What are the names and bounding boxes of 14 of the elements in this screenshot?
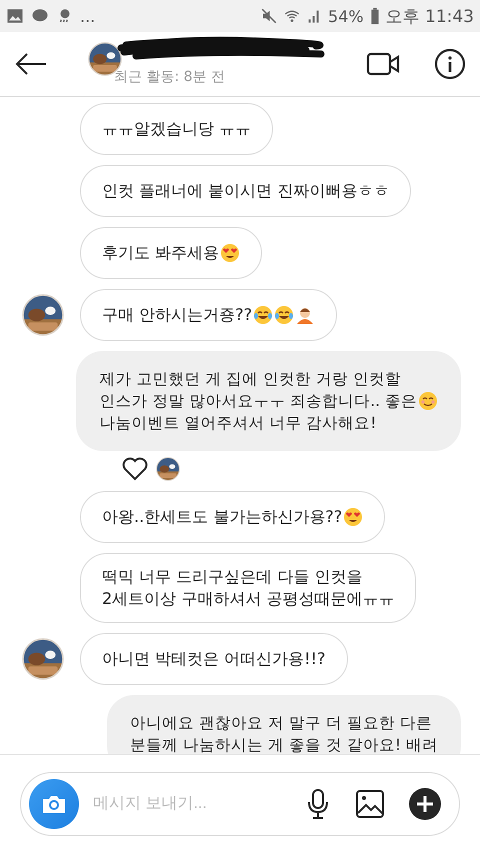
message-text: 제가 고민했던 게 집에 인컷한 거랑 인컷할 인스가 정말 많아서요ㅜㅜ 죄송합니다.. 좋은 나눔이벤트 열어주셔서 너무 감사해요! <box>99 369 417 434</box>
message-text: ㅠㅠ알겠습니당 ㅠㅠ <box>102 118 252 140</box>
message-field[interactable]: 메시지 보내기... <box>91 794 293 814</box>
message-text: 구매 안하시는거죵?? <box>102 304 252 326</box>
last-active-status: 최근 활동: 8분 전 <box>114 68 225 86</box>
message-text: 후기도 봐주세용 <box>102 242 220 264</box>
message-text: 인컷 플래너에 붙이시면 진짜이뻐용ㅎㅎ <box>102 180 390 202</box>
message-text: 떡믹 너무 드리구싶은데 다들 인컷을 2세트이상 구매하셔서 공평성때문에ㅠㅠ <box>102 566 394 610</box>
clock: 오후 11:43 <box>386 6 474 28</box>
message-text: 아니면 박테컷은 어떠신가용!!? <box>102 648 326 670</box>
message-text: 아왕..한세트도 불가는하신가용?? <box>102 506 342 528</box>
more-notifications: ... <box>80 6 96 26</box>
battery-percent: 54% <box>328 6 364 26</box>
message-text: 아니에요 괜찮아요 저 말구 더 필요한 다른 분들께 나눔하시는 게 좋을 것 같아요! 배려 <box>130 713 438 754</box>
